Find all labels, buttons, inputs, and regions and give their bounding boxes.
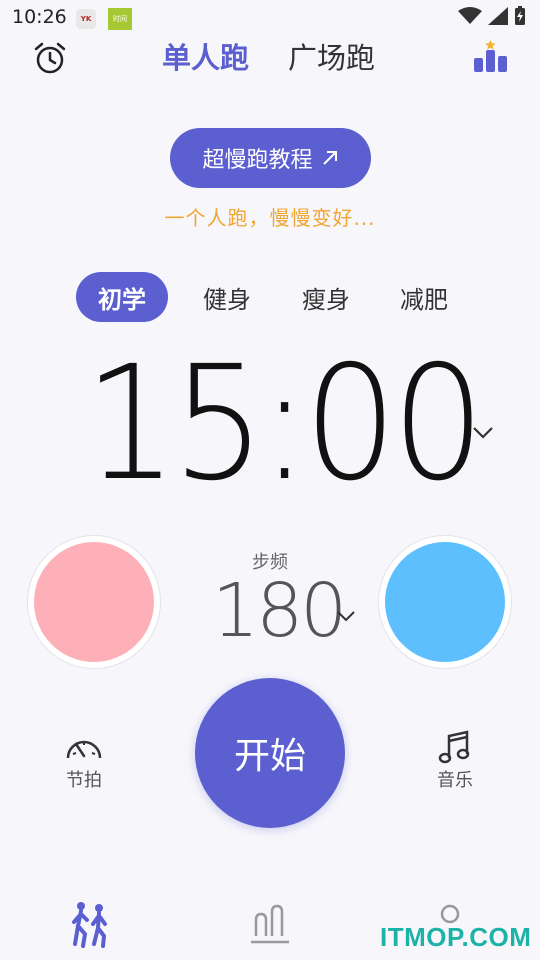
- nav-stats-icon[interactable]: [248, 900, 292, 950]
- signal-icon: [488, 7, 508, 25]
- goal-lose-weight[interactable]: 减肥: [400, 280, 448, 315]
- slogan: 一个人跑，慢慢变好...: [164, 206, 376, 230]
- music-label[interactable]: 音乐: [425, 766, 485, 792]
- duration-display[interactable]: 15:00: [84, 345, 485, 503]
- notification-app-icon-2: 时间: [108, 8, 132, 30]
- battery-icon: [515, 6, 525, 25]
- start-button[interactable]: 开始: [195, 678, 345, 828]
- status-icons: [458, 6, 526, 26]
- goal-slim[interactable]: 瘦身: [302, 280, 350, 315]
- beat-label[interactable]: 节拍: [54, 766, 114, 792]
- goal-fitness[interactable]: 健身: [203, 280, 251, 315]
- tab-solo-run[interactable]: 单人跑: [162, 35, 249, 77]
- metronome-gauge-icon[interactable]: [64, 728, 104, 768]
- notification-app-icon: YK: [76, 9, 96, 29]
- wifi-icon: [458, 7, 482, 24]
- chevron-down-icon[interactable]: [470, 420, 496, 446]
- status-time: 10:26: [12, 6, 67, 28]
- music-note-icon[interactable]: [435, 728, 475, 768]
- tutorial-label: 超慢跑教程: [202, 148, 313, 173]
- arrow-up-right-icon: [322, 151, 337, 165]
- tutorial-button[interactable]: 超慢跑教程: [170, 128, 371, 188]
- tab-square-run[interactable]: 广场跑: [288, 35, 375, 77]
- alarm-clock-icon[interactable]: [32, 40, 68, 76]
- nav-run-icon[interactable]: [68, 900, 112, 950]
- chevron-down-icon[interactable]: [334, 604, 358, 628]
- ranking-icon[interactable]: [470, 40, 510, 74]
- goal-beginner[interactable]: 初学: [98, 280, 146, 315]
- cadence-value[interactable]: 180: [212, 574, 347, 648]
- watermark: ITMOP.COM: [380, 922, 532, 952]
